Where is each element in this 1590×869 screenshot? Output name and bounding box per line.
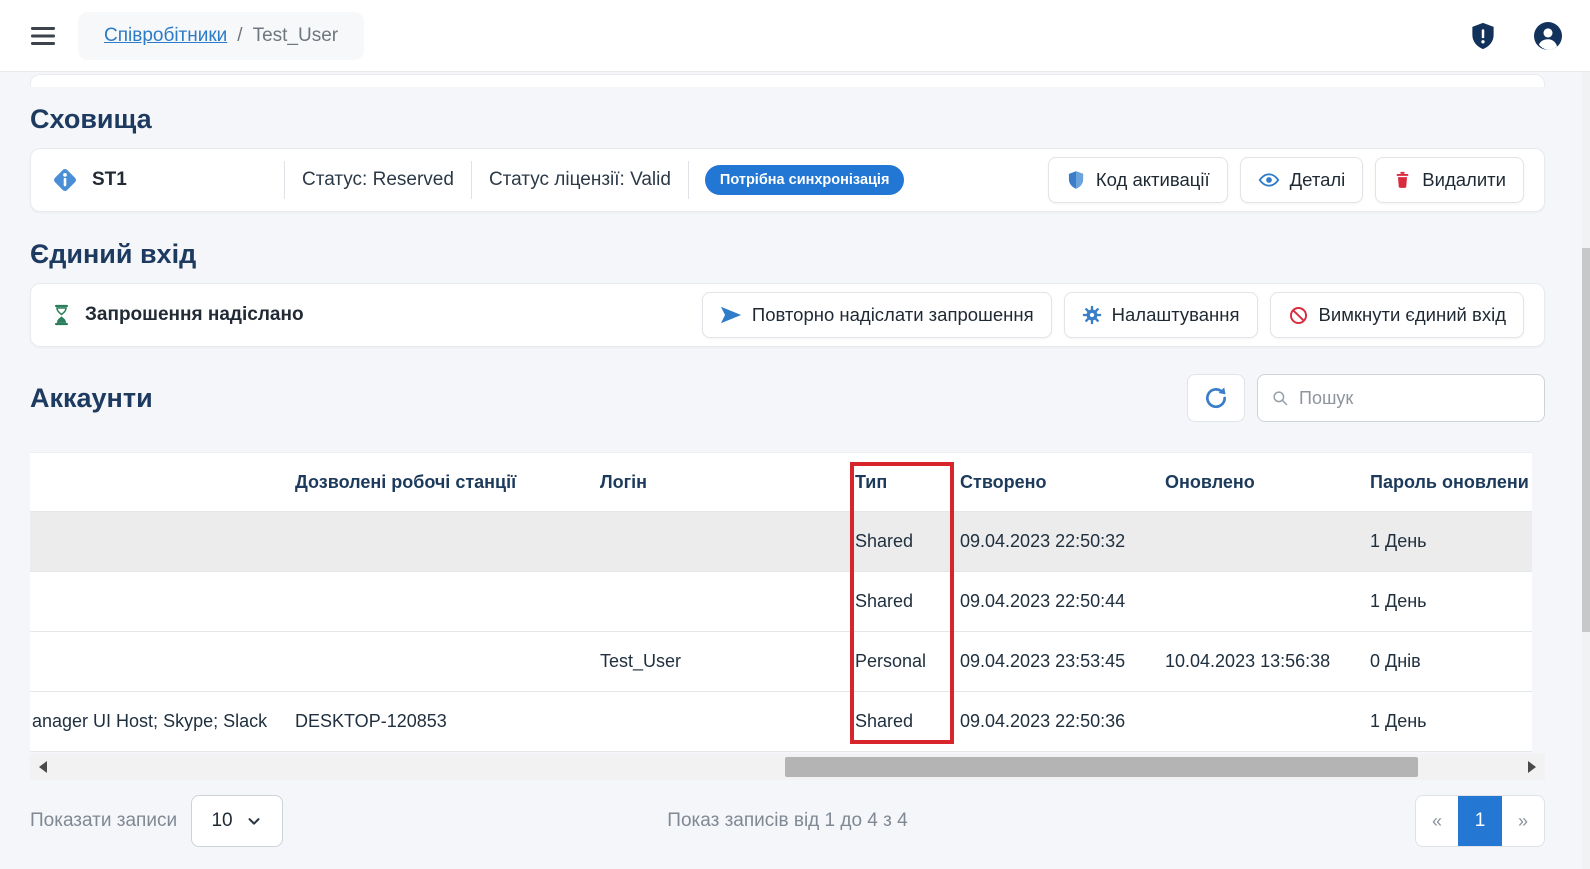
horizontal-scrollbar-thumb[interactable] (785, 757, 1418, 777)
storage-status: Статус: Reserved (285, 169, 471, 191)
col-header-type: Тип (850, 472, 960, 493)
table-header-row: Дозволені робочі станції Логін Тип Створ… (30, 452, 1532, 512)
activation-code-button[interactable]: Код активації (1048, 157, 1228, 203)
storages-title: Сховища (30, 104, 1545, 135)
delete-button[interactable]: Видалити (1375, 157, 1524, 203)
breadcrumb-link-employees[interactable]: Співробітники (104, 25, 227, 47)
type-cell: Personal (850, 651, 960, 672)
col-header-updated: Оновлено (1165, 472, 1365, 493)
pagination-page-1[interactable]: 1 (1458, 796, 1502, 846)
search-icon (1271, 387, 1289, 409)
table-row[interactable]: Shared 09.04.2023 22:50:32 1 День (30, 512, 1532, 572)
storage-card: ST1 Статус: Reserved Статус ліцензії: Va… (30, 148, 1545, 212)
page-size-label: Показати записи (30, 810, 177, 832)
table-row[interactable]: Test_User Personal 09.04.2023 23:53:45 1… (30, 632, 1532, 692)
col-header-workstations: Дозволені робочі станції (295, 472, 595, 493)
gear-icon (1082, 305, 1102, 325)
horizontal-scrollbar[interactable] (30, 754, 1545, 780)
breadcrumb-separator: / (237, 25, 242, 47)
type-cell: Shared (850, 711, 960, 732)
table-row[interactable]: Shared 09.04.2023 22:50:44 1 День (30, 572, 1532, 632)
hamburger-icon (29, 24, 57, 48)
hourglass-icon (51, 303, 72, 327)
accounts-title: Аккаунти (30, 383, 153, 414)
page-size-select[interactable]: 10 (191, 795, 283, 847)
shield-icon (1066, 170, 1086, 190)
sync-needed-badge: Потрібна синхронізація (705, 165, 905, 195)
sso-settings-button[interactable]: Налаштування (1064, 292, 1258, 338)
col-header-password-updated: Пароль оновлени (1365, 472, 1532, 493)
refresh-icon (1203, 385, 1229, 411)
vertical-scrollbar[interactable] (1582, 72, 1590, 869)
chevron-down-icon (245, 812, 263, 830)
pagination-next-button[interactable]: » (1502, 796, 1544, 846)
col-header-login: Логін (595, 472, 850, 493)
breadcrumb: Співробітники / Test_User (78, 12, 364, 60)
alert-shield-icon[interactable] (1468, 21, 1498, 51)
pagination: « 1 » (1415, 795, 1545, 847)
storage-info-diamond-icon (51, 166, 79, 194)
scroll-right-arrow-icon[interactable] (1528, 761, 1536, 773)
disable-sso-button[interactable]: Вимкнути єдиний вхід (1270, 292, 1524, 338)
trash-icon (1393, 170, 1412, 190)
top-bar: Співробітники / Test_User (0, 0, 1590, 72)
scroll-left-arrow-icon[interactable] (39, 761, 47, 773)
menu-icon[interactable] (26, 21, 60, 51)
page-size-value: 10 (211, 810, 232, 832)
resend-invitation-button[interactable]: Повторно надіслати запрошення (702, 292, 1052, 338)
table-row[interactable]: anager UI Host; Skype; Slack DESKTOP-120… (30, 692, 1532, 752)
sso-card: Запрошення надіслано Повторно надіслати … (30, 283, 1545, 347)
storage-license-status: Статус ліцензії: Valid (472, 169, 688, 191)
col-header-created: Створено (960, 472, 1165, 493)
storage-name: ST1 (92, 169, 127, 191)
vertical-scrollbar-thumb[interactable] (1582, 248, 1590, 632)
refresh-button[interactable] (1187, 374, 1245, 422)
breadcrumb-current: Test_User (253, 25, 339, 47)
account-avatar-icon[interactable] (1532, 20, 1564, 52)
pagination-prev-button[interactable]: « (1416, 796, 1458, 846)
type-cell: Shared (850, 591, 960, 612)
details-button[interactable]: Деталі (1240, 157, 1364, 203)
sso-status-text: Запрошення надіслано (85, 304, 304, 326)
search-input[interactable] (1299, 388, 1531, 409)
accounts-table: Дозволені робочі станції Логін Тип Створ… (30, 452, 1532, 752)
ban-icon (1288, 305, 1309, 326)
partial-card-top (30, 74, 1545, 87)
divider (688, 161, 689, 199)
send-icon (720, 305, 742, 325)
search-box (1257, 374, 1545, 422)
type-cell: Shared (850, 531, 960, 552)
eye-icon (1258, 169, 1280, 191)
sso-title: Єдиний вхід (30, 239, 1545, 270)
